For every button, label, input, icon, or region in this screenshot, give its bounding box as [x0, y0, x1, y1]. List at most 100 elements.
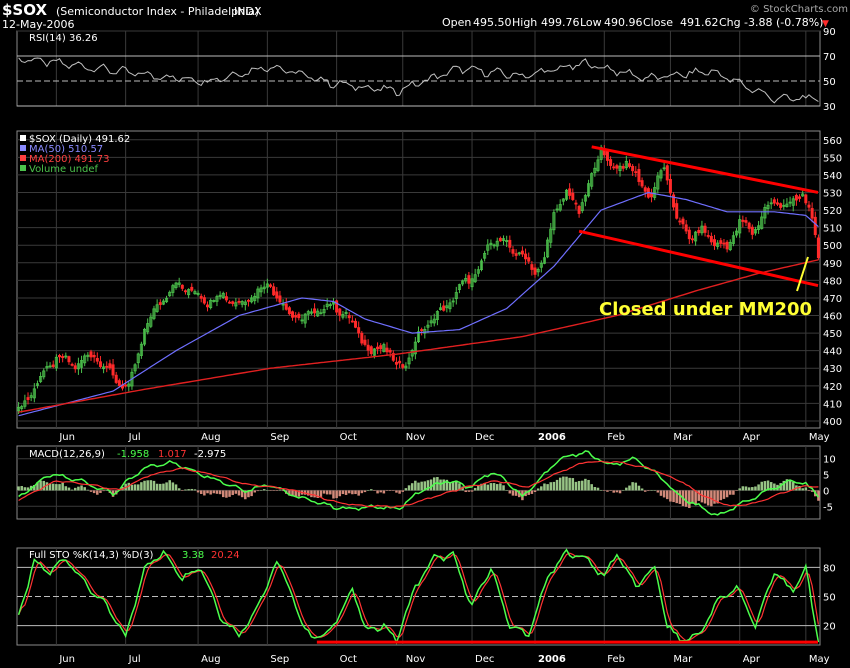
candle-body [577, 205, 581, 214]
macd-histogram-bar [55, 484, 58, 491]
price-y-tick: 460 [823, 312, 842, 323]
candle-body [202, 297, 206, 304]
candle-body [605, 151, 609, 161]
macd-histogram-bar [672, 490, 675, 503]
macd-histogram-bar [212, 490, 216, 494]
sto-y-tick: 80 [823, 563, 836, 574]
macd-histogram-bar [187, 489, 190, 491]
macd-histogram-bar [86, 489, 90, 491]
macd-histogram-bar [266, 490, 269, 491]
price-legend-swatch [20, 165, 26, 171]
macd-histogram-bar [162, 483, 165, 491]
candle-body [231, 301, 235, 304]
macd-histogram-bar [404, 488, 408, 491]
macd-histogram-bar [533, 490, 537, 493]
candle-body [527, 257, 531, 262]
macd-histogram-bar [669, 490, 672, 502]
macd-histogram-bar [181, 490, 184, 491]
candle-body [741, 219, 745, 222]
macd-histogram-bar [206, 490, 209, 494]
macd-histogram-bar [634, 482, 638, 491]
macd-histogram-bar [143, 480, 146, 491]
candle-body [275, 291, 279, 299]
price-x-tick: Sep [270, 432, 289, 443]
sto-x-tick: Jul [128, 654, 141, 665]
macd-hist-value: -2.975 [194, 449, 226, 460]
candle-body [775, 202, 779, 205]
candle-body [357, 327, 361, 334]
macd-histogram-bar [319, 490, 323, 497]
macd-histogram-bar [417, 482, 420, 491]
macd-histogram-bar [275, 490, 279, 491]
macd-histogram-bar [603, 490, 606, 491]
macd-histogram-bar [392, 490, 395, 491]
macd-histogram-bar [628, 485, 631, 491]
macd-histogram-bar [502, 485, 505, 491]
macd-histogram-bar [574, 481, 578, 491]
price-y-tick: 520 [823, 206, 842, 217]
macd-histogram-bar [67, 487, 71, 491]
macd-histogram-bar [760, 481, 764, 491]
price-y-tick: 470 [823, 294, 842, 305]
macd-histogram-bar [511, 490, 515, 496]
candle-body [354, 320, 358, 328]
macd-histogram-bar [467, 490, 471, 492]
sto-x-tick: Jun [58, 654, 75, 665]
macd-histogram-bar [596, 487, 600, 491]
high-value: 499.76 [541, 16, 580, 29]
candle-body [779, 203, 783, 208]
macd-histogram-bar [395, 490, 398, 493]
macd-histogram-bar [653, 489, 656, 491]
price-y-tick: 540 [823, 171, 842, 182]
candle-body [158, 302, 162, 305]
macd-histogram-bar [647, 490, 650, 492]
candle-body [291, 311, 295, 318]
price-x-tick: Apr [743, 432, 761, 443]
candle-body [675, 203, 679, 219]
candle-body [58, 355, 62, 358]
price-x-tick: May [809, 432, 830, 443]
macd-histogram-bar [256, 490, 260, 492]
candle-body [747, 222, 751, 229]
candle-body [609, 159, 613, 166]
macd-histogram-bar [530, 490, 534, 494]
macd-histogram-bar [804, 487, 808, 491]
macd-histogram-bar [310, 490, 313, 498]
macd-histogram-bar [269, 490, 272, 491]
macd-histogram-bar [159, 483, 162, 491]
price-y-tick: 450 [823, 329, 842, 340]
candle-body [108, 363, 112, 369]
macd-histogram-bar [407, 485, 411, 491]
candle-body [634, 171, 638, 174]
macd-histogram-bar [643, 490, 647, 492]
macd-histogram-bar [190, 488, 194, 491]
macd-histogram-bar [666, 490, 669, 500]
macd-histogram-bar [234, 490, 238, 494]
macd-histogram-bar [83, 487, 86, 491]
macd-histogram-bar [565, 476, 568, 491]
candle-body [530, 264, 534, 270]
macd-histogram-bar [370, 489, 373, 491]
macd-histogram-bar [259, 490, 263, 491]
macd-histogram-bar [222, 490, 225, 498]
candle-body [338, 308, 342, 316]
macd-histogram-bar [788, 479, 792, 491]
price-y-tick: 550 [823, 153, 842, 164]
candle-body [98, 361, 102, 367]
price-x-tick: Dec [475, 432, 494, 443]
macd-histogram-bar [379, 490, 382, 493]
macd-histogram-bar [486, 484, 490, 491]
macd-histogram-bar [272, 490, 275, 491]
macd-histogram-bar [133, 484, 137, 491]
macd-histogram-bar [341, 490, 345, 495]
price-y-tick: 400 [823, 417, 842, 428]
open-value: 495.50 [473, 16, 512, 29]
macd-histogram-bar [536, 488, 540, 491]
rsi-y-tick: 90 [823, 27, 836, 38]
candle-body [627, 163, 631, 167]
price-y-tick: 420 [823, 382, 842, 393]
macd-histogram-bar [414, 480, 417, 491]
candle-body [89, 351, 93, 358]
candle-body [706, 235, 710, 237]
macd-histogram-bar [23, 487, 27, 491]
